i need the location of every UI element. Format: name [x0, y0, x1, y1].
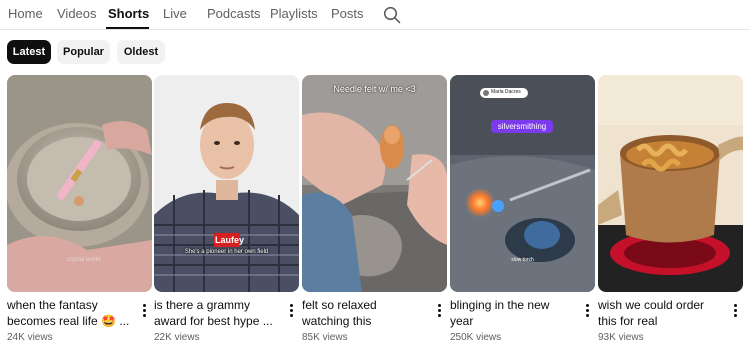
- caption-overlay: She's a pioneer in her own field: [184, 249, 269, 255]
- tab-home[interactable]: Home: [8, 6, 43, 21]
- short-title[interactable]: wish we could order this for real @minio…: [598, 297, 723, 329]
- tab-posts[interactable]: Posts: [331, 6, 364, 21]
- view-count: 85K views: [302, 332, 348, 343]
- kebab-dot: [585, 308, 589, 312]
- short-thumbnail[interactable]: Needle felt w/ me <3: [302, 75, 447, 292]
- chip-popular[interactable]: Popular: [57, 40, 110, 64]
- kebab-dot: [289, 313, 293, 317]
- author-label: Marla Dacres: [491, 89, 521, 95]
- chip-latest[interactable]: Latest: [7, 40, 51, 64]
- view-count: 250K views: [450, 332, 502, 343]
- thumbnail-image: [302, 75, 447, 292]
- search-button[interactable]: [382, 5, 402, 25]
- short-title[interactable]: felt so relaxed watching this @Cozy.Crui…: [302, 297, 427, 329]
- view-count: 24K views: [7, 332, 53, 343]
- tab-bar: Home Videos Shorts Live Podcasts Playlis…: [0, 0, 750, 30]
- short-title[interactable]: blinging in the new year: [450, 297, 575, 329]
- chip-oldest[interactable]: Oldest: [117, 40, 165, 64]
- kebab-icon: [733, 303, 737, 307]
- short-title[interactable]: when the fantasy becomes real life 🤩 ...: [7, 297, 132, 329]
- kebab-dot: [289, 308, 293, 312]
- short-thumbnail[interactable]: [598, 75, 743, 292]
- caption-overlay: slow torch: [511, 257, 534, 263]
- view-count: 93K views: [598, 332, 644, 343]
- active-tab-indicator: [106, 27, 149, 29]
- kebab-dot: [437, 313, 441, 317]
- kebab-dot: [437, 308, 441, 312]
- thumbnail-image: [598, 75, 743, 292]
- more-options-button[interactable]: [433, 301, 445, 319]
- caption-overlay: Needle felt w/ me <3: [333, 84, 416, 94]
- kebab-dot: [733, 313, 737, 317]
- topic-tag: silversmithing: [497, 122, 547, 131]
- tab-videos[interactable]: Videos: [57, 6, 97, 21]
- thumbnail-image: [154, 75, 299, 292]
- short-thumbnail[interactable]: Laufey She's a pioneer in her own field: [154, 75, 299, 292]
- thumbnail-image: crystal world: [7, 75, 152, 292]
- short-thumbnail[interactable]: Marla Dacres silversmithing slow torch: [450, 75, 595, 292]
- more-options-button[interactable]: [138, 301, 150, 319]
- tab-playlists[interactable]: Playlists: [270, 6, 318, 21]
- tab-podcasts[interactable]: Podcasts: [207, 6, 260, 21]
- short-thumbnail[interactable]: crystal world: [7, 75, 152, 292]
- short-title[interactable]: is there a grammy award for best hype ..…: [154, 297, 279, 329]
- kebab-icon: [585, 303, 589, 307]
- tab-live[interactable]: Live: [163, 6, 187, 21]
- kebab-dot: [142, 313, 146, 317]
- kebab-icon: [289, 303, 293, 307]
- more-options-button[interactable]: [581, 301, 593, 319]
- tab-shorts[interactable]: Shorts: [108, 6, 149, 21]
- more-options-button[interactable]: [729, 301, 741, 319]
- kebab-dot: [142, 308, 146, 312]
- featured-name-label: Laufey: [215, 235, 245, 245]
- more-options-button[interactable]: [285, 301, 297, 319]
- kebab-dot: [585, 313, 589, 317]
- svg-text:crystal world: crystal world: [67, 257, 100, 263]
- kebab-icon: [437, 303, 441, 307]
- kebab-icon: [142, 303, 146, 307]
- search-icon: [383, 6, 401, 24]
- view-count: 22K views: [154, 332, 200, 343]
- kebab-dot: [733, 308, 737, 312]
